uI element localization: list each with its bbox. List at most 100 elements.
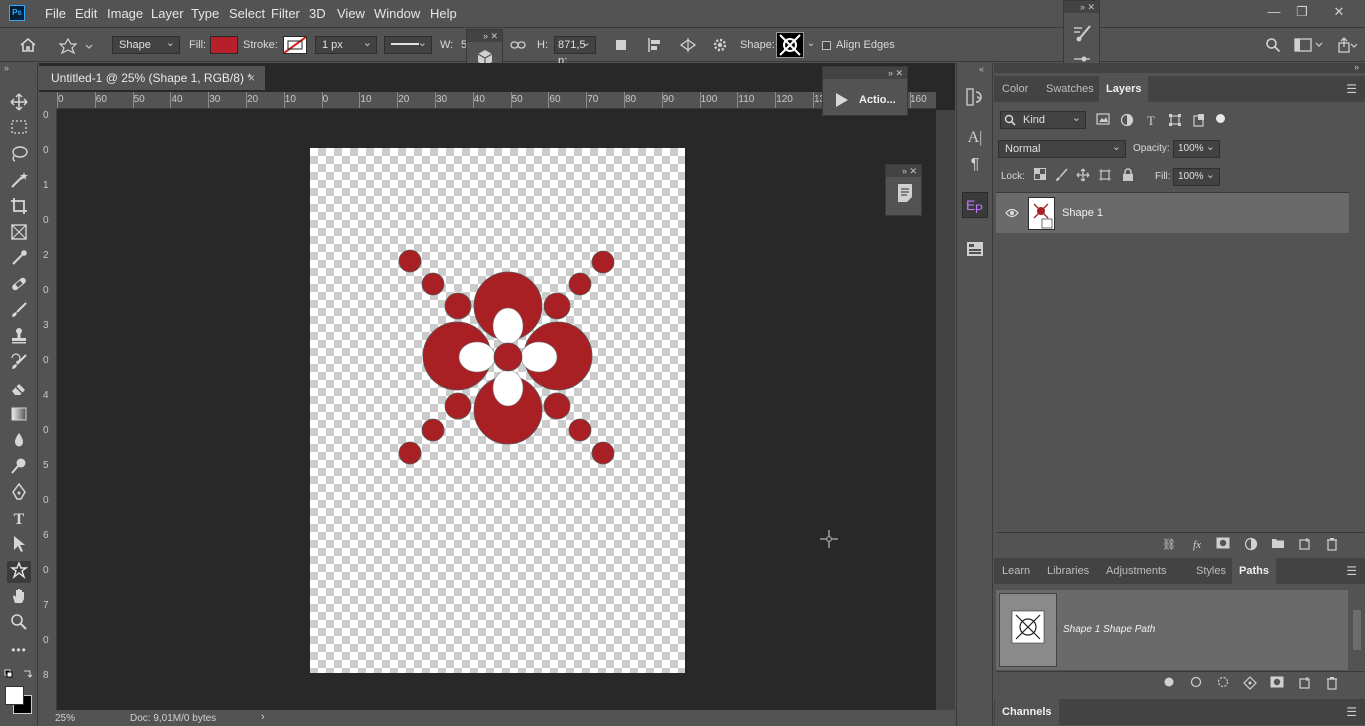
document-tab[interactable]: Untitled-1 @ 25% (Shape 1, RGB/8) * ×	[39, 66, 265, 90]
add-mask-icon[interactable]	[1215, 537, 1231, 553]
marquee-tool-icon[interactable]	[7, 119, 31, 141]
filter-type-icon[interactable]: T	[1143, 113, 1159, 129]
lock-artboard-icon[interactable]	[1097, 168, 1113, 184]
menu-type[interactable]: Type	[191, 6, 219, 21]
fill-field[interactable]: 100%	[1173, 167, 1220, 186]
tab-libraries[interactable]: Libraries	[1040, 558, 1096, 584]
restore-button[interactable]: ❐	[1292, 3, 1312, 21]
tab-adjustments[interactable]: Adjustments	[1099, 558, 1174, 584]
tab-learn[interactable]: Learn	[995, 558, 1037, 584]
lasso-tool-icon[interactable]	[7, 145, 31, 167]
history-brush-tool-icon[interactable]	[7, 353, 31, 375]
path-name[interactable]: Shape 1 Shape Path	[1063, 624, 1155, 635]
link-icon[interactable]	[510, 37, 526, 53]
fill-path-icon[interactable]	[1161, 676, 1177, 692]
filter-shape-icon[interactable]	[1167, 113, 1183, 129]
vertical-ruler[interactable]: 0 0 1 0 2 0 3 0 4 0 5 0 6 0 7 0 8	[39, 109, 57, 710]
tool-mode-select[interactable]: Shape	[112, 35, 180, 54]
status-menu-arrow-icon[interactable]: ›	[261, 711, 265, 723]
extension-ep-icon[interactable]: EP	[962, 192, 988, 218]
vertical-scrollbar[interactable]	[936, 110, 955, 710]
tab-layers[interactable]: Layers	[1099, 76, 1149, 102]
stroke-path-icon[interactable]	[1188, 676, 1204, 692]
collapse-icon[interactable]: »	[4, 63, 9, 73]
new-path-icon[interactable]	[1297, 676, 1313, 692]
panel-header[interactable]: » ✕	[886, 165, 921, 177]
expand-icon[interactable]: «	[979, 64, 984, 74]
gradient-tool-icon[interactable]	[7, 405, 31, 427]
more-tools-icon[interactable]: •••	[7, 639, 31, 661]
panel-header[interactable]: » ✕	[823, 67, 907, 79]
opacity-field[interactable]: 100%	[1173, 139, 1220, 158]
blend-mode-select[interactable]: Normal	[998, 139, 1126, 158]
fill-color-swatch[interactable]	[210, 36, 238, 54]
foreground-color-swatch[interactable]	[5, 686, 24, 705]
tab-channels[interactable]: Channels	[995, 699, 1059, 725]
filter-pixel-icon[interactable]	[1095, 113, 1111, 129]
gear-icon[interactable]	[712, 37, 728, 53]
new-group-icon[interactable]	[1270, 537, 1286, 553]
delete-layer-icon[interactable]	[1324, 537, 1340, 553]
delete-path-icon[interactable]	[1324, 676, 1340, 692]
path-operations-icon[interactable]	[614, 38, 628, 52]
add-layer-style-icon[interactable]: fx	[1189, 537, 1205, 553]
stroke-color-swatch[interactable]	[283, 36, 307, 54]
lock-image-pixels-icon[interactable]	[1054, 168, 1070, 184]
filter-smart-object-icon[interactable]	[1191, 113, 1207, 129]
home-icon[interactable]	[18, 37, 38, 55]
canvas[interactable]	[310, 148, 685, 673]
play-icon[interactable]	[835, 92, 849, 108]
paths-scrollbar[interactable]	[1350, 590, 1364, 670]
notes-icon[interactable]	[896, 183, 914, 203]
path-selection-tool-icon[interactable]	[7, 535, 31, 557]
character-panel-icon[interactable]: A|	[965, 129, 985, 149]
custom-shape-picker[interactable]	[776, 32, 804, 58]
pen-tool-icon[interactable]	[7, 482, 31, 505]
menu-file[interactable]: File	[45, 6, 66, 21]
menu-window[interactable]: Window	[374, 6, 420, 21]
type-tool-icon[interactable]: T	[7, 509, 31, 531]
eyedropper-tool-icon[interactable]	[7, 249, 31, 271]
chevron-down-icon[interactable]: ⌄	[805, 38, 817, 52]
tab-color[interactable]: Color	[995, 76, 1035, 102]
tab-styles[interactable]: Styles	[1189, 558, 1233, 584]
workspace-switcher-icon[interactable]	[1294, 38, 1324, 52]
tab-swatches[interactable]: Swatches	[1039, 76, 1101, 102]
lock-transparent-pixels-icon[interactable]	[1032, 168, 1048, 184]
panel-header[interactable]: » ✕	[1064, 1, 1099, 13]
zoom-tool-icon[interactable]	[7, 613, 31, 635]
menu-3d[interactable]: 3D	[309, 6, 326, 21]
crop-tool-icon[interactable]	[7, 197, 31, 219]
custom-shape-tool-icon[interactable]	[7, 561, 31, 583]
brush-tool-icon[interactable]	[7, 301, 31, 323]
path-row[interactable]: Shape 1 Shape Path	[996, 590, 1348, 670]
eraser-tool-icon[interactable]	[7, 379, 31, 401]
stroke-width-field[interactable]: 1 px	[315, 35, 377, 54]
panel-menu-icon[interactable]: ☰	[1346, 82, 1357, 96]
path-alignment-icon[interactable]	[647, 37, 663, 53]
new-adjustment-layer-icon[interactable]	[1243, 537, 1259, 553]
filter-toggle-switch[interactable]	[1216, 114, 1225, 123]
layer-name[interactable]: Shape 1	[1062, 207, 1103, 219]
magic-wand-tool-icon[interactable]	[7, 171, 31, 193]
search-icon[interactable]	[1265, 37, 1281, 53]
panel-menu-icon[interactable]: ☰	[1346, 564, 1357, 578]
menu-edit[interactable]: Edit	[75, 6, 97, 21]
load-selection-icon[interactable]	[1215, 676, 1231, 692]
share-icon[interactable]	[1337, 37, 1358, 53]
make-work-path-icon[interactable]	[1242, 676, 1258, 692]
shape-1-artwork[interactable]	[310, 148, 685, 673]
menu-view[interactable]: View	[337, 6, 365, 21]
menu-layer[interactable]: Layer	[151, 6, 184, 21]
blur-tool-icon[interactable]	[7, 431, 31, 453]
tab-paths[interactable]: Paths	[1232, 558, 1276, 584]
tool-preset-picker[interactable]	[58, 36, 94, 56]
align-edges-checkbox[interactable]	[822, 41, 831, 50]
scroll-thumb[interactable]	[1353, 610, 1361, 650]
close-button[interactable]: ✕	[1329, 3, 1349, 21]
path-arrangement-icon[interactable]	[679, 37, 697, 53]
default-colors-icon[interactable]	[4, 669, 34, 681]
zoom-level[interactable]: 25%	[55, 713, 75, 724]
height-field[interactable]: 871,5 p:	[554, 35, 596, 67]
horizontal-ruler[interactable]: 0 60 50 40 30 20 10 0 10 20 30 40 50 60 70 80 90 100 110 12…	[57, 92, 936, 109]
